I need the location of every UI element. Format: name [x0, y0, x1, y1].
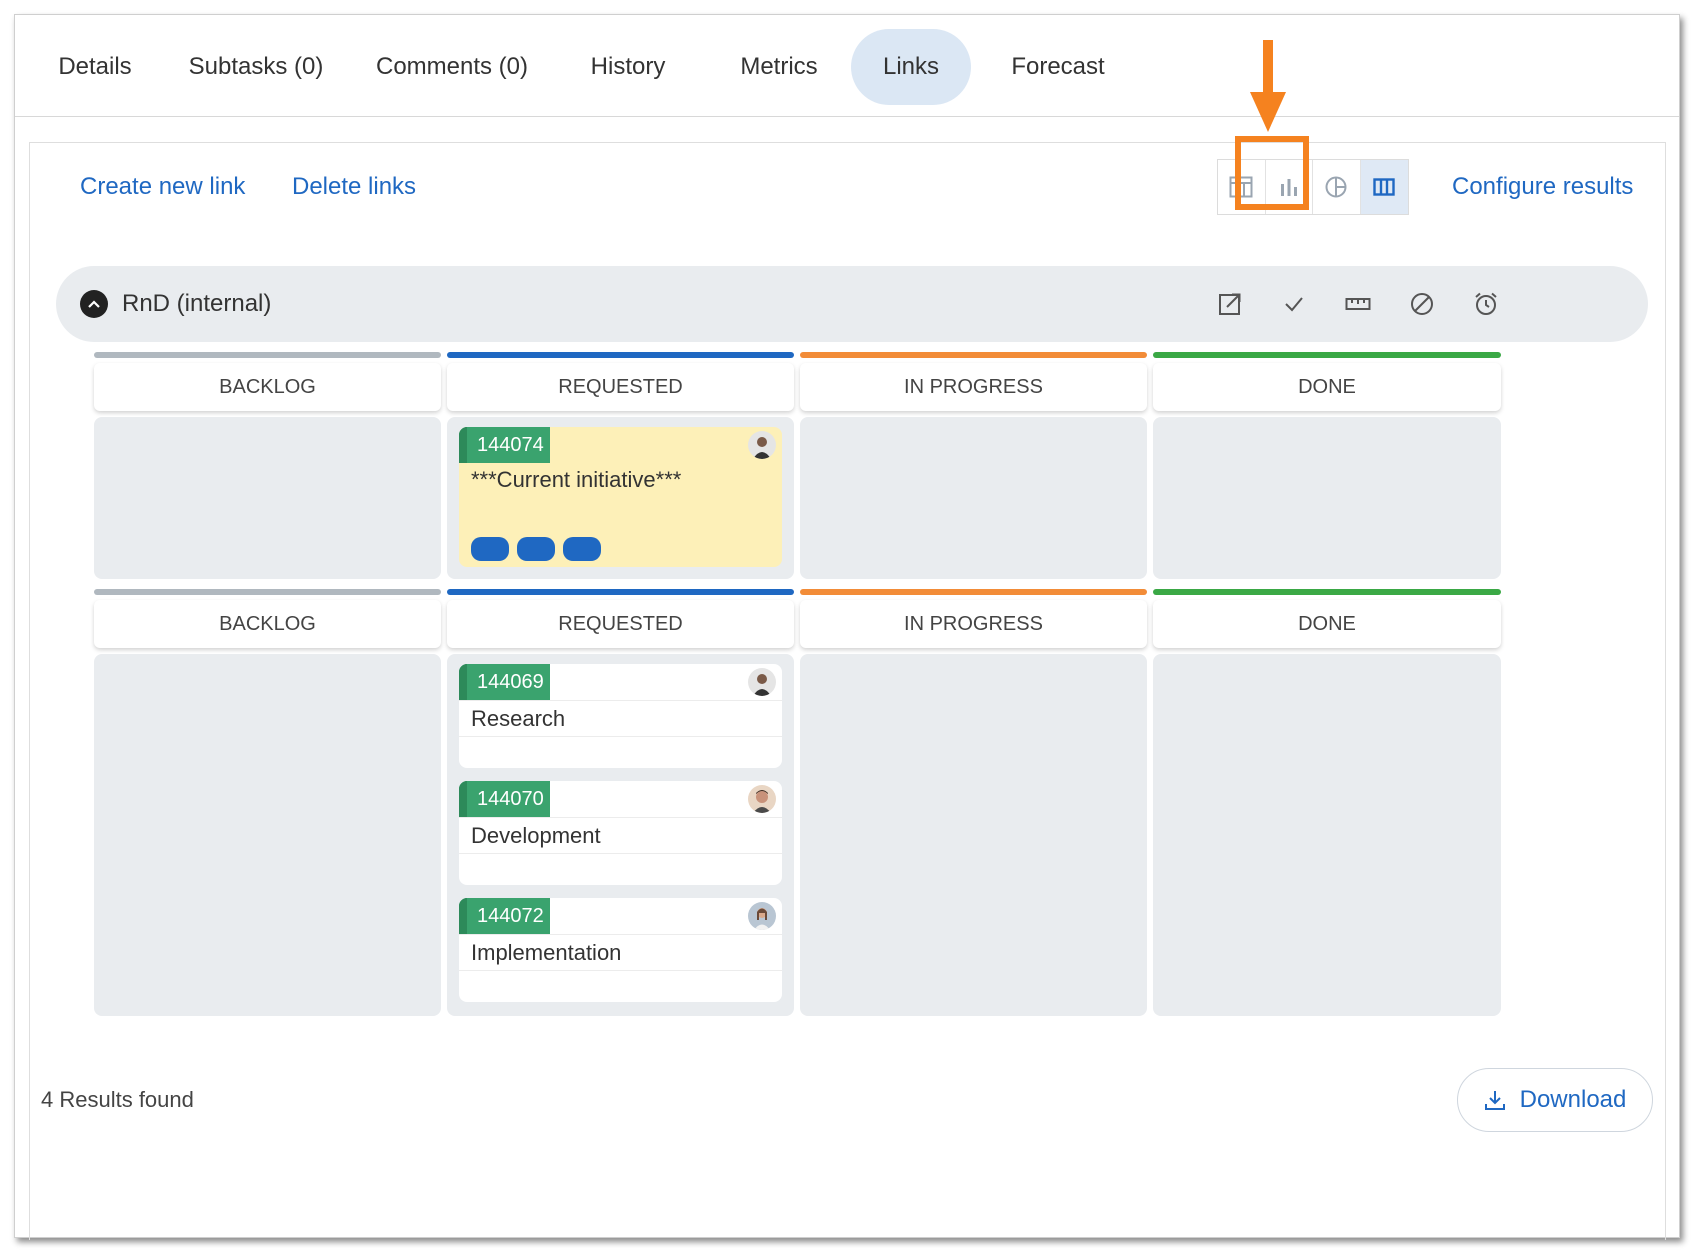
card-title: Implementation: [471, 940, 622, 965]
card-divider: [459, 736, 782, 737]
check-icon[interactable]: [1278, 288, 1310, 320]
column-body-requested: 144074 ***Current initiative***: [447, 417, 794, 579]
column-bar-in-progress: [800, 352, 1147, 358]
tab-links[interactable]: Links: [851, 29, 971, 105]
cancel-icon[interactable]: [1406, 288, 1438, 320]
pie-chart-view-icon[interactable]: [1313, 160, 1361, 214]
column-body-done: [1153, 417, 1501, 579]
column-bar-requested: [447, 352, 794, 358]
card-divider: [459, 934, 782, 935]
bar-chart-view-icon[interactable]: [1266, 160, 1313, 214]
column-header-backlog: BACKLOG: [94, 363, 441, 411]
column-body-in-progress: [800, 417, 1147, 579]
tab-metrics[interactable]: Metrics: [721, 29, 837, 105]
task-card[interactable]: 144069 Research: [459, 664, 782, 768]
tab-subtasks[interactable]: Subtasks (0): [181, 29, 331, 105]
table-view-icon[interactable]: [1218, 160, 1266, 214]
group-header: RnD (internal): [56, 266, 1648, 342]
column-header-in-progress: IN PROGRESS: [800, 600, 1147, 648]
card-id-badge: 144074: [459, 427, 550, 463]
card-title: ***Current initiative***: [471, 467, 682, 492]
board-view-icon[interactable]: [1360, 160, 1408, 214]
column-body-backlog: [94, 654, 441, 1016]
column-bar-requested: [447, 589, 794, 595]
avatar: [748, 902, 776, 930]
column-header-in-progress: IN PROGRESS: [800, 363, 1147, 411]
card-divider: [459, 970, 782, 971]
column-header-requested: REQUESTED: [447, 600, 794, 648]
card-title: Research: [471, 706, 566, 731]
column-header-backlog: BACKLOG: [94, 600, 441, 648]
card-divider: [459, 700, 782, 701]
column-bar-backlog: [94, 352, 441, 358]
card-id-badge: 144070: [459, 781, 550, 817]
column-header-done: DONE: [1153, 363, 1501, 411]
configure-results-button[interactable]: Configure results: [1452, 173, 1633, 201]
tab-bar: Details Subtasks (0) Comments (0) Histor…: [15, 15, 1679, 117]
card-title: Development: [471, 823, 601, 848]
download-label: Download: [1519, 1086, 1627, 1113]
card-divider: [459, 817, 782, 818]
avatar: [748, 431, 776, 459]
tab-details[interactable]: Details: [45, 29, 145, 105]
create-new-link-button[interactable]: Create new link: [80, 173, 245, 201]
tab-comments[interactable]: Comments (0): [367, 29, 537, 105]
delete-links-button[interactable]: Delete links: [292, 173, 416, 201]
results-count: 4 Results found: [41, 1087, 194, 1112]
ruler-icon[interactable]: [1342, 288, 1374, 320]
tag-pill: [471, 537, 509, 561]
column-bar-done: [1153, 352, 1501, 358]
tag-pill: [517, 537, 555, 561]
download-button[interactable]: Download: [1457, 1068, 1653, 1132]
column-bar-backlog: [94, 589, 441, 595]
column-body-in-progress: [800, 654, 1147, 1016]
annotation-arrow-down-icon: [1250, 40, 1286, 132]
card-divider: [459, 853, 782, 854]
tag-pill: [563, 537, 601, 561]
task-card[interactable]: 144074 ***Current initiative***: [459, 427, 782, 567]
card-id-badge: 144072: [459, 898, 550, 934]
column-body-backlog: [94, 417, 441, 579]
tab-forecast[interactable]: Forecast: [995, 29, 1121, 105]
avatar: [748, 785, 776, 813]
alarm-clock-icon[interactable]: [1470, 288, 1502, 320]
avatar: [748, 668, 776, 696]
view-switcher: [1217, 159, 1409, 215]
task-card[interactable]: 144070 Development: [459, 781, 782, 885]
column-body-done: [1153, 654, 1501, 1016]
column-header-requested: REQUESTED: [447, 363, 794, 411]
card-id-badge: 144069: [459, 664, 550, 700]
links-panel: Create new link Delete links Configure r…: [29, 142, 1666, 1240]
window-frame: Details Subtasks (0) Comments (0) Histor…: [14, 14, 1680, 1240]
group-title: RnD (internal): [122, 290, 272, 317]
column-body-requested: 144069 Research 144070 Development 14407…: [447, 654, 794, 1016]
task-card[interactable]: 144072 Implementation: [459, 898, 782, 1002]
column-bar-in-progress: [800, 589, 1147, 595]
column-header-done: DONE: [1153, 600, 1501, 648]
open-external-icon[interactable]: [1214, 288, 1246, 320]
collapse-chevron-up-icon[interactable]: [80, 290, 108, 318]
download-icon: [1484, 1091, 1505, 1110]
tab-history[interactable]: History: [573, 29, 683, 105]
column-bar-done: [1153, 589, 1501, 595]
